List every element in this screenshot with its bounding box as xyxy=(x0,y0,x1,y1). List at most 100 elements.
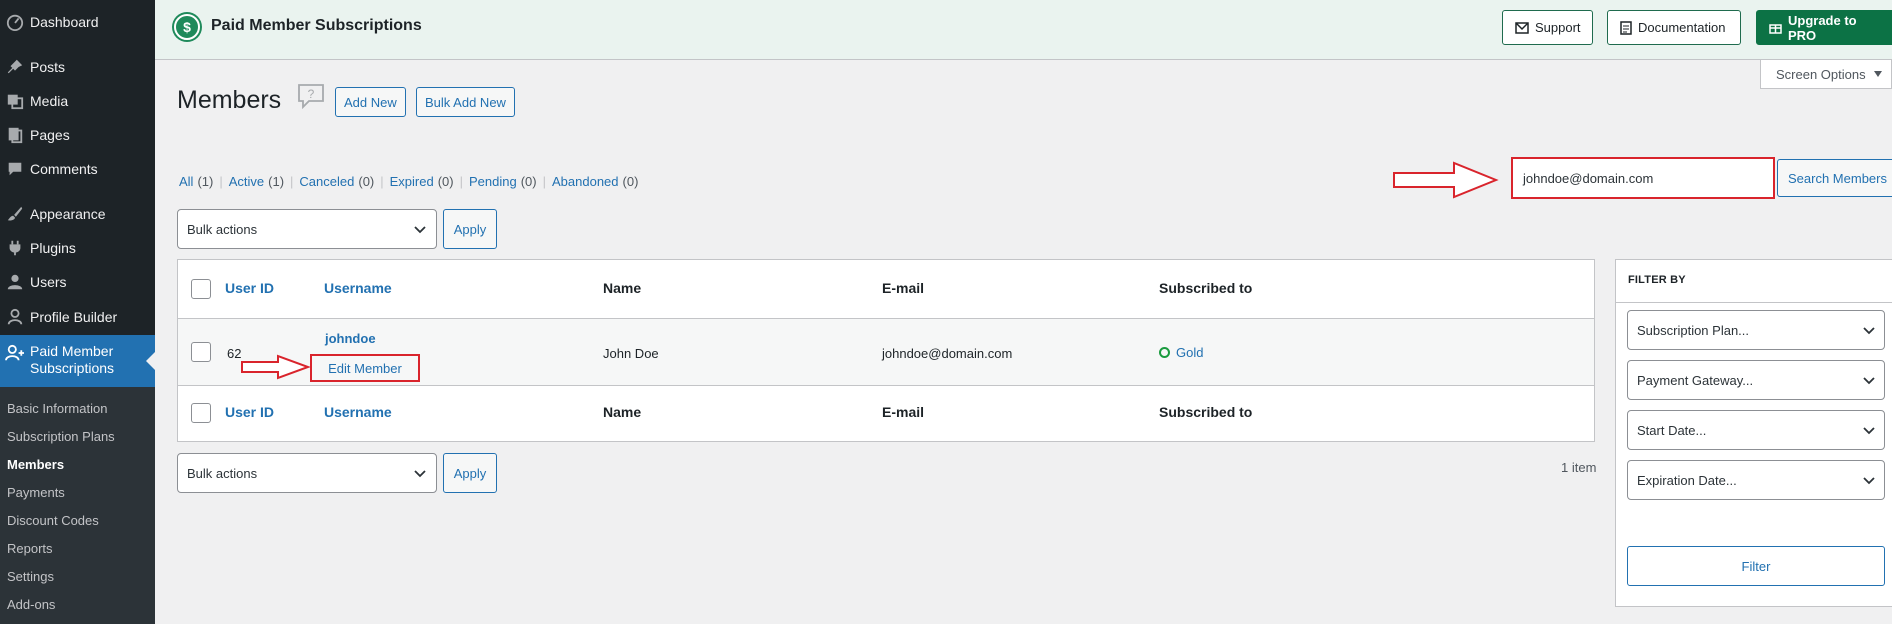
view-all[interactable]: All (1) xyxy=(179,174,213,189)
view-active[interactable]: Active (1) xyxy=(229,174,284,189)
comments-icon xyxy=(0,160,30,178)
plugin-logo: $ xyxy=(172,12,202,42)
pages-icon xyxy=(0,126,30,144)
chevron-down-icon xyxy=(1862,423,1876,437)
chevron-down-icon xyxy=(1862,373,1876,387)
submenu-item-settings[interactable]: Settings xyxy=(7,569,54,584)
sidebar-item-dashboard[interactable]: Dashboard xyxy=(0,6,155,38)
sidebar-item-media[interactable]: Media xyxy=(0,85,155,117)
column-user-id-footer[interactable]: User ID xyxy=(225,404,274,420)
view-pending-link[interactable]: Pending xyxy=(469,174,517,189)
divider: | xyxy=(459,174,463,189)
help-icon[interactable]: ? xyxy=(297,83,325,112)
sidebar-item-profile-builder[interactable]: Profile Builder xyxy=(0,301,155,333)
subscription-plan-select[interactable]: Subscription Plan... xyxy=(1627,310,1885,350)
bulk-actions-select-bottom[interactable]: Bulk actions xyxy=(177,453,437,493)
edit-member-link[interactable]: Edit Member xyxy=(310,354,420,382)
sidebar-item-plugins[interactable]: Plugins xyxy=(0,232,155,264)
submenu-item-add-ons[interactable]: Add-ons xyxy=(7,597,55,612)
sidebar-item-posts[interactable]: Posts xyxy=(0,51,155,83)
screen-options-button[interactable]: Screen Options xyxy=(1760,60,1892,89)
active-menu-arrow xyxy=(146,352,155,370)
payment-gateway-value: Payment Gateway... xyxy=(1637,372,1754,388)
view-abandoned-link[interactable]: Abandoned xyxy=(552,174,619,189)
plugin-title: Paid Member Subscriptions xyxy=(211,17,422,34)
add-new-button[interactable]: Add New xyxy=(335,87,406,117)
sidebar-item-pages[interactable]: Pages xyxy=(0,119,155,151)
filter-button[interactable]: Filter xyxy=(1627,546,1885,586)
view-count: (0) xyxy=(358,174,375,189)
table-footer-row: User ID Username Name E-mail Subscribed … xyxy=(178,386,1594,442)
sidebar-item-appearance[interactable]: Appearance xyxy=(0,198,155,230)
column-subscribed-to: Subscribed to xyxy=(1159,280,1253,296)
chevron-down-icon xyxy=(413,466,427,480)
submenu-item-members[interactable]: Members xyxy=(7,457,64,472)
view-active-link[interactable]: Active xyxy=(229,174,264,189)
support-button[interactable]: Support xyxy=(1502,10,1593,45)
select-all-checkbox-footer[interactable] xyxy=(191,403,211,423)
column-username[interactable]: Username xyxy=(324,280,392,296)
gift-icon xyxy=(1769,21,1782,34)
page-title: Members xyxy=(177,86,282,114)
subscription-plan-value: Subscription Plan... xyxy=(1637,322,1750,338)
sidebar-item-label: Posts xyxy=(30,59,66,75)
name-cell: John Doe xyxy=(603,346,659,361)
column-username-footer[interactable]: Username xyxy=(324,404,392,420)
edit-member-label: Edit Member xyxy=(328,360,402,376)
view-canceled-link[interactable]: Canceled xyxy=(299,174,354,189)
search-members-button[interactable]: Search Members xyxy=(1777,159,1892,197)
document-icon xyxy=(1620,20,1632,35)
column-user-id[interactable]: User ID xyxy=(225,280,274,296)
bulk-actions-select-top[interactable]: Bulk actions xyxy=(177,209,437,249)
plug-icon xyxy=(0,239,30,257)
search-members-input[interactable]: johndoe@domain.com xyxy=(1511,157,1775,199)
upgrade-label: Upgrade to PRO xyxy=(1788,12,1857,43)
members-table: User ID Username Name E-mail Subscribed … xyxy=(177,259,1595,442)
table-row: 62 johndoe Edit Member John Doe johndoe@… xyxy=(178,318,1594,386)
start-date-select[interactable]: Start Date... xyxy=(1627,410,1885,450)
expiration-date-select[interactable]: Expiration Date... xyxy=(1627,460,1885,500)
column-subscribed-to-footer: Subscribed to xyxy=(1159,404,1253,420)
sidebar-item-label: Profile Builder xyxy=(30,309,118,325)
user-icon xyxy=(0,308,30,326)
submenu-item-basic-information[interactable]: Basic Information xyxy=(7,401,107,416)
active-status-icon xyxy=(1159,347,1170,359)
payment-gateway-select[interactable]: Payment Gateway... xyxy=(1627,360,1885,400)
email-cell: johndoe@domain.com xyxy=(882,346,1013,361)
submenu-item-discount-codes[interactable]: Discount Codes xyxy=(7,513,99,528)
sidebar-item-paid-member-subscriptions[interactable]: Paid Member Subscriptions xyxy=(0,335,155,387)
sidebar-item-label: Paid Member Subscriptions xyxy=(30,343,115,376)
subscription-cell[interactable]: Gold xyxy=(1159,345,1203,360)
apply-button-top[interactable]: Apply xyxy=(443,209,497,249)
caret-down-icon xyxy=(1873,71,1882,77)
view-all-link[interactable]: All xyxy=(179,174,193,189)
bulk-add-new-button[interactable]: Bulk Add New xyxy=(416,87,515,117)
sidebar-item-label: Dashboard xyxy=(30,14,99,30)
subscription-plan-name: Gold xyxy=(1176,345,1204,360)
documentation-button[interactable]: Documentation xyxy=(1607,10,1741,45)
apply-button-bottom[interactable]: Apply xyxy=(443,453,497,493)
view-canceled[interactable]: Canceled (0) xyxy=(299,174,374,189)
submenu-item-subscription-plans[interactable]: Subscription Plans xyxy=(7,429,115,444)
view-expired-link[interactable]: Expired xyxy=(390,174,434,189)
view-expired[interactable]: Expired (0) xyxy=(390,174,454,189)
submenu-item-reports[interactable]: Reports xyxy=(7,541,53,556)
sidebar-item-comments[interactable]: Comments xyxy=(0,153,155,185)
support-label: Support xyxy=(1535,20,1581,35)
annotation-arrow-edit-member xyxy=(241,354,311,380)
username-link[interactable]: johndoe xyxy=(325,331,376,346)
select-all-checkbox[interactable] xyxy=(191,279,211,299)
members-icon xyxy=(0,343,30,362)
sidebar-item-users[interactable]: Users xyxy=(0,266,155,298)
row-checkbox[interactable] xyxy=(191,342,211,362)
brush-icon xyxy=(0,205,30,223)
view-pending[interactable]: Pending (0) xyxy=(469,174,537,189)
annotation-arrow-search xyxy=(1393,161,1499,199)
table-header-row: User ID Username Name E-mail Subscribed … xyxy=(178,260,1594,318)
plugin-header: $ Paid Member Subscriptions Support Docu… xyxy=(155,0,1892,60)
upgrade-to-pro-button[interactable]: Upgrade to PRO xyxy=(1756,10,1892,45)
submenu-item-payments[interactable]: Payments xyxy=(7,485,65,500)
view-abandoned[interactable]: Abandoned (0) xyxy=(552,174,638,189)
dashboard-icon xyxy=(0,13,30,31)
bulk-actions-value: Bulk actions xyxy=(187,465,258,481)
